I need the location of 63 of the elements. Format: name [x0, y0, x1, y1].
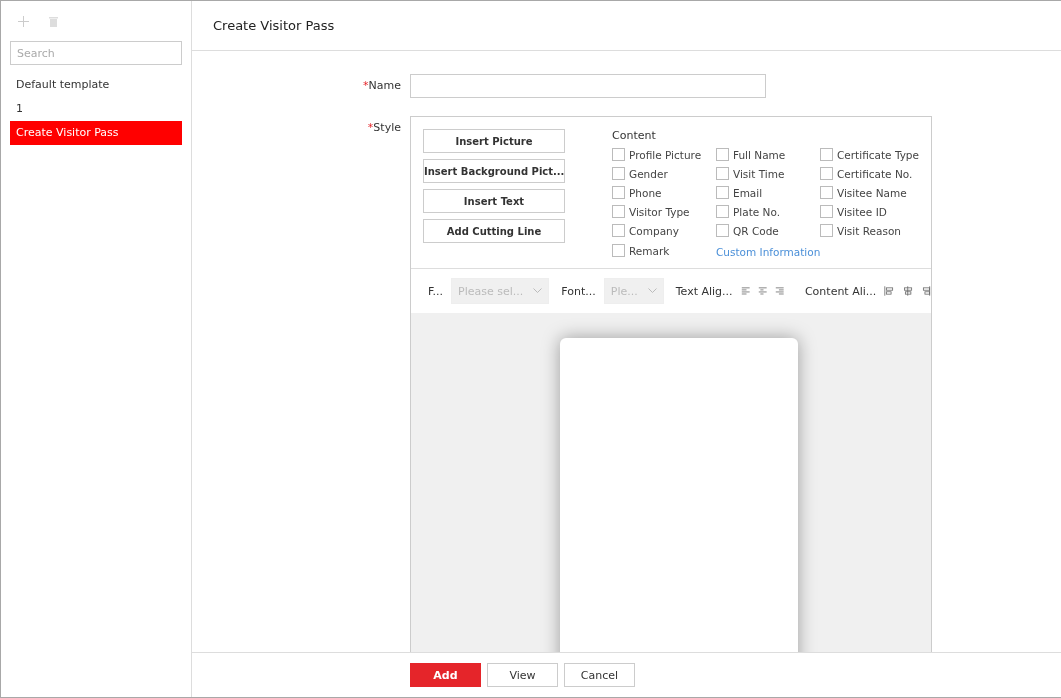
template-item[interactable]: Create Visitor Pass [10, 121, 182, 145]
action-button[interactable]: View [487, 663, 558, 687]
content-checkbox[interactable]: Visitee Name [820, 186, 924, 199]
text-align-label: Text Alig... [675, 284, 733, 298]
insert-button[interactable]: Insert Text [423, 189, 565, 213]
search-field[interactable]: Search [10, 41, 182, 65]
align-middle-icon[interactable] [902, 285, 913, 297]
name-label: *Name [362, 78, 401, 94]
font-size-label: Font... [561, 284, 596, 298]
template-item[interactable]: Default template [10, 73, 182, 97]
custom-information-link[interactable]: Custom Information [716, 243, 820, 258]
checkbox-box[interactable] [820, 148, 833, 161]
content-checkbox[interactable]: Phone [612, 186, 716, 199]
checkbox-box[interactable] [612, 167, 625, 180]
content-checkbox[interactable]: Visitor Type [612, 205, 716, 218]
checkbox-box[interactable] [612, 205, 625, 218]
checkbox-box[interactable] [612, 186, 625, 199]
checkbox-box[interactable] [820, 205, 833, 218]
checkbox-box[interactable] [612, 148, 625, 161]
content-checkbox[interactable]: Visit Time [716, 167, 820, 180]
insert-button[interactable]: Insert Background Pict... [423, 159, 565, 183]
align-left-icon[interactable] [740, 286, 751, 296]
content-checkbox[interactable]: Full Name [716, 148, 820, 161]
add-button[interactable]: Add [410, 663, 481, 687]
checkbox-box[interactable] [716, 167, 729, 180]
checkbox-box[interactable] [716, 148, 729, 161]
align-right-icon[interactable] [775, 286, 785, 296]
checkbox-box[interactable] [820, 186, 833, 199]
checkbox-box[interactable] [716, 224, 729, 237]
checkbox-box[interactable] [716, 205, 729, 218]
content-checkbox[interactable]: Company [612, 224, 716, 237]
checkbox-box[interactable] [820, 224, 833, 237]
content-checkbox[interactable]: Remark [612, 243, 716, 258]
align-bottom-icon[interactable] [920, 285, 931, 297]
content-checkbox[interactable]: Profile Picture [612, 148, 716, 161]
name-field[interactable] [410, 74, 766, 98]
checkbox-box[interactable] [820, 167, 833, 180]
checkbox-box[interactable] [716, 186, 729, 199]
add-icon[interactable] [18, 15, 29, 27]
chevron-down-icon [647, 288, 657, 294]
checkbox-box[interactable] [612, 224, 625, 237]
insert-button[interactable]: Add Cutting Line [423, 219, 565, 243]
chevron-down-icon [533, 288, 543, 294]
insert-button[interactable]: Insert Picture [423, 129, 565, 153]
content-checkbox[interactable]: Plate No. [716, 205, 820, 218]
style-label: *Style [366, 120, 401, 136]
content-checkbox[interactable]: QR Code [716, 224, 820, 237]
content-checkbox[interactable]: Certificate Type [820, 148, 924, 161]
content-title: Content [612, 129, 657, 142]
page-title: Create Visitor Pass [192, 1, 1061, 51]
action-button[interactable]: Cancel [564, 663, 635, 687]
font-label: F... [428, 284, 444, 298]
checkbox-box[interactable] [612, 244, 625, 257]
content-checkbox[interactable]: Visit Reason [820, 224, 924, 237]
content-align-label: Content Ali... [804, 284, 877, 298]
content-checkbox[interactable]: Visitee ID [820, 205, 924, 218]
template-item[interactable]: 1 [10, 97, 182, 121]
delete-icon[interactable] [49, 15, 58, 27]
align-top-icon[interactable] [884, 285, 895, 297]
content-checkbox[interactable]: Email [716, 186, 820, 199]
content-checkbox[interactable]: Gender [612, 167, 716, 180]
align-center-icon[interactable] [758, 286, 768, 296]
content-checkbox[interactable]: Certificate No. [820, 167, 924, 180]
